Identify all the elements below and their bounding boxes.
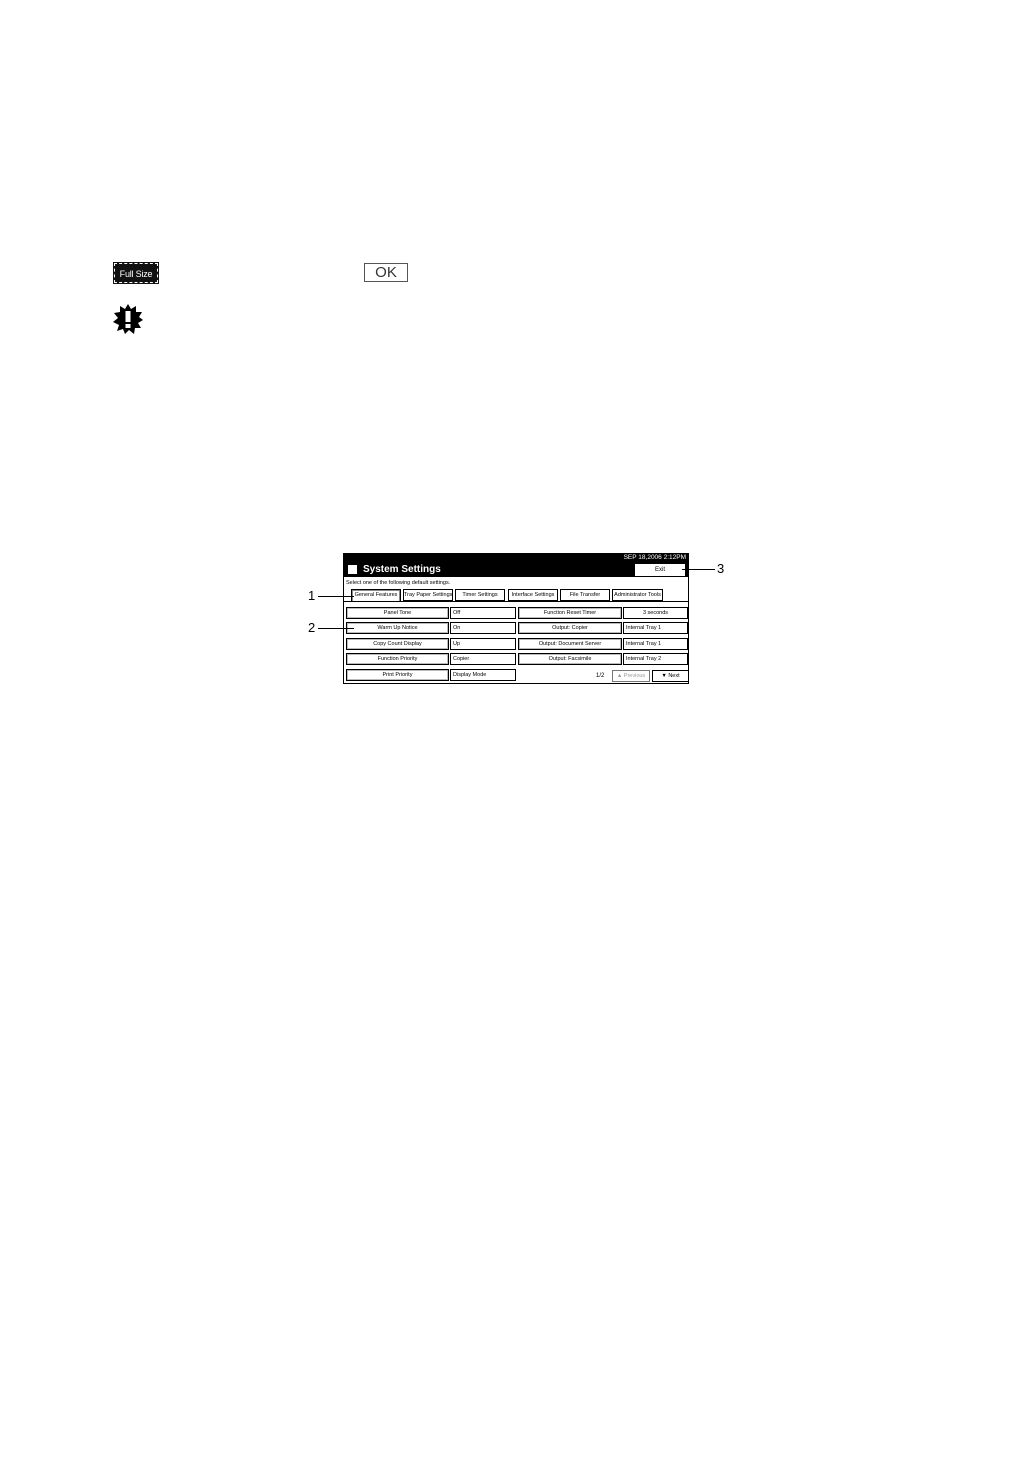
callout-2-number: 2 [308, 620, 316, 635]
panel-tone-button[interactable]: Panel Tone [346, 607, 449, 619]
output-facsimile-button[interactable]: Output: Facsimile [518, 653, 622, 665]
output-copier-value: Internal Tray 1 [623, 622, 688, 634]
copy-count-display-button[interactable]: Copy Count Display [346, 638, 449, 650]
callout-2-line [318, 628, 354, 629]
tab-administrator-tools[interactable]: Administrator Tools [612, 589, 663, 601]
callout-3-line [682, 569, 715, 570]
important-icon [113, 304, 143, 334]
print-priority-value: Display Mode [450, 669, 516, 681]
previous-button[interactable]: ▲ Previous [612, 670, 650, 682]
status-bar: SEP 18,2006 2:12PM [344, 554, 688, 562]
settings-icon [347, 564, 358, 575]
panel-title: System Settings [363, 564, 441, 575]
tab-tray-paper-settings[interactable]: Tray Paper Settings [403, 589, 453, 601]
function-priority-value: Copier [450, 653, 516, 665]
exit-button[interactable]: Exit [634, 563, 686, 577]
panel-tone-value: Off [450, 607, 516, 619]
ok-key-icon: OK [364, 263, 408, 282]
instruction-text: Select one of the following default sett… [346, 580, 451, 586]
page-indicator: 1/2 [596, 673, 605, 679]
function-reset-timer-button[interactable]: Function Reset Timer [518, 607, 622, 619]
output-facsimile-value: Internal Tray 2 [623, 653, 688, 665]
output-document-server-value: Internal Tray 1 [623, 638, 688, 650]
function-reset-timer-value: 3 seconds [623, 607, 688, 619]
next-button[interactable]: ▼ Next [652, 670, 689, 682]
tab-file-transfer[interactable]: File Transfer [560, 589, 610, 601]
output-copier-button[interactable]: Output: Copier [518, 622, 622, 634]
callout-1-line [318, 596, 354, 597]
callout-3-number: 3 [717, 561, 725, 576]
system-settings-panel: SEP 18,2006 2:12PM System Settings Exit … [343, 553, 689, 684]
print-priority-button[interactable]: Print Priority [346, 669, 449, 681]
date-time: SEP 18,2006 2:12PM [623, 554, 686, 561]
tab-divider [344, 601, 688, 602]
full-size-key-icon: Full Size [113, 262, 159, 284]
warm-up-notice-value: On [450, 622, 516, 634]
function-priority-button[interactable]: Function Priority [346, 653, 449, 665]
tab-timer-settings[interactable]: Timer Settings [455, 589, 505, 601]
output-document-server-button[interactable]: Output: Document Server [518, 638, 622, 650]
callout-1-number: 1 [308, 588, 316, 603]
warm-up-notice-button[interactable]: Warm Up Notice [346, 622, 449, 634]
tab-interface-settings[interactable]: Interface Settings [508, 589, 558, 601]
copy-count-display-value: Up [450, 638, 516, 650]
